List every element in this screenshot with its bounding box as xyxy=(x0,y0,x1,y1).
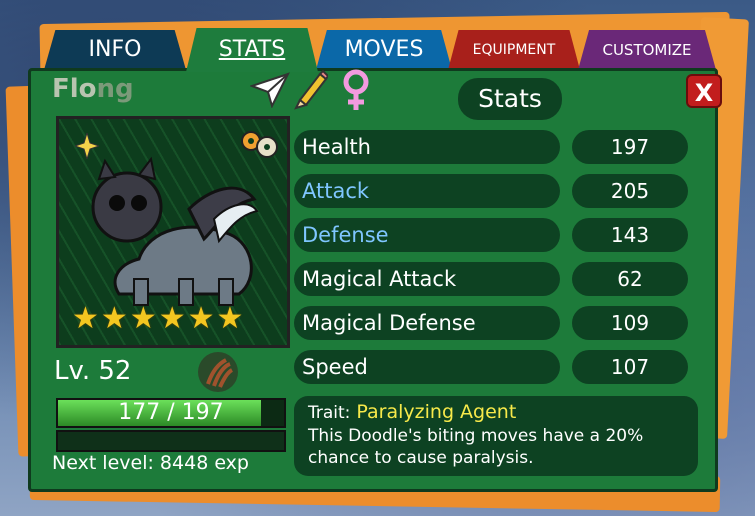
stat-label: Defense xyxy=(294,218,560,252)
tab-moves[interactable]: MOVES xyxy=(316,30,452,70)
doodle-name-main: Flo xyxy=(52,74,97,104)
stats-heading: Stats xyxy=(458,78,562,120)
female-icon xyxy=(343,69,369,110)
tab-info-label: INFO xyxy=(88,37,142,62)
tab-stats-label: STATS xyxy=(218,37,286,62)
star-rating: ★ ★ ★ ★ ★ ★ xyxy=(72,304,282,334)
star-icon: ★ xyxy=(187,301,215,336)
stat-label: Magical Attack xyxy=(294,262,560,296)
star-icon: ★ xyxy=(216,301,244,336)
doodle-creature xyxy=(91,156,259,306)
stat-value: 62 xyxy=(572,262,688,296)
star-icon: ★ xyxy=(100,301,128,336)
stat-value: 143 xyxy=(572,218,688,252)
stat-label: Magical Defense xyxy=(294,306,560,340)
tab-stats[interactable]: STATS xyxy=(186,28,318,72)
tab-customize-label: CUSTOMIZE xyxy=(602,41,692,59)
stat-value: 197 xyxy=(572,130,688,164)
trait-description: This Doodle's biting moves have a 20% ch… xyxy=(308,426,644,468)
pencil-icon[interactable] xyxy=(292,70,328,110)
doodle-name-faded: ng xyxy=(96,74,134,104)
close-button[interactable]: X xyxy=(686,74,722,108)
stat-value: 205 xyxy=(572,174,688,208)
paper-plane-icon[interactable] xyxy=(250,72,290,108)
hp-bar: 177 / 197 xyxy=(56,398,286,428)
star-icon: ★ xyxy=(158,301,186,336)
xp-bar xyxy=(56,430,286,452)
trait-prefix: Trait: xyxy=(308,403,351,423)
level-label: Lv. 52 xyxy=(54,356,132,386)
claw-type-icon xyxy=(198,352,238,392)
stat-value: 109 xyxy=(572,306,688,340)
tab-equipment-label: EQUIPMENT xyxy=(472,42,556,58)
stat-label: Attack xyxy=(294,174,560,208)
stat-label: Health xyxy=(294,130,560,164)
doodle-name: Flong xyxy=(52,74,134,104)
trait-name: Paralyzing Agent xyxy=(356,401,517,423)
tab-moves-label: MOVES xyxy=(344,37,424,62)
trait-header: Trait: Paralyzing Agent xyxy=(308,400,698,425)
stat-label: Speed xyxy=(294,350,560,384)
tab-info[interactable]: INFO xyxy=(44,30,186,70)
star-icon: ★ xyxy=(129,301,157,336)
trait-box: Trait: Paralyzing Agent This Doodle's bit… xyxy=(294,396,698,476)
tab-equipment[interactable]: EQUIPMENT xyxy=(448,30,580,70)
next-level-text: Next level: 8448 exp xyxy=(52,452,249,474)
hp-text: 177 / 197 xyxy=(118,400,224,425)
stat-value: 107 xyxy=(572,350,688,384)
star-icon: ★ xyxy=(72,301,99,336)
tab-customize[interactable]: CUSTOMIZE xyxy=(578,30,716,70)
